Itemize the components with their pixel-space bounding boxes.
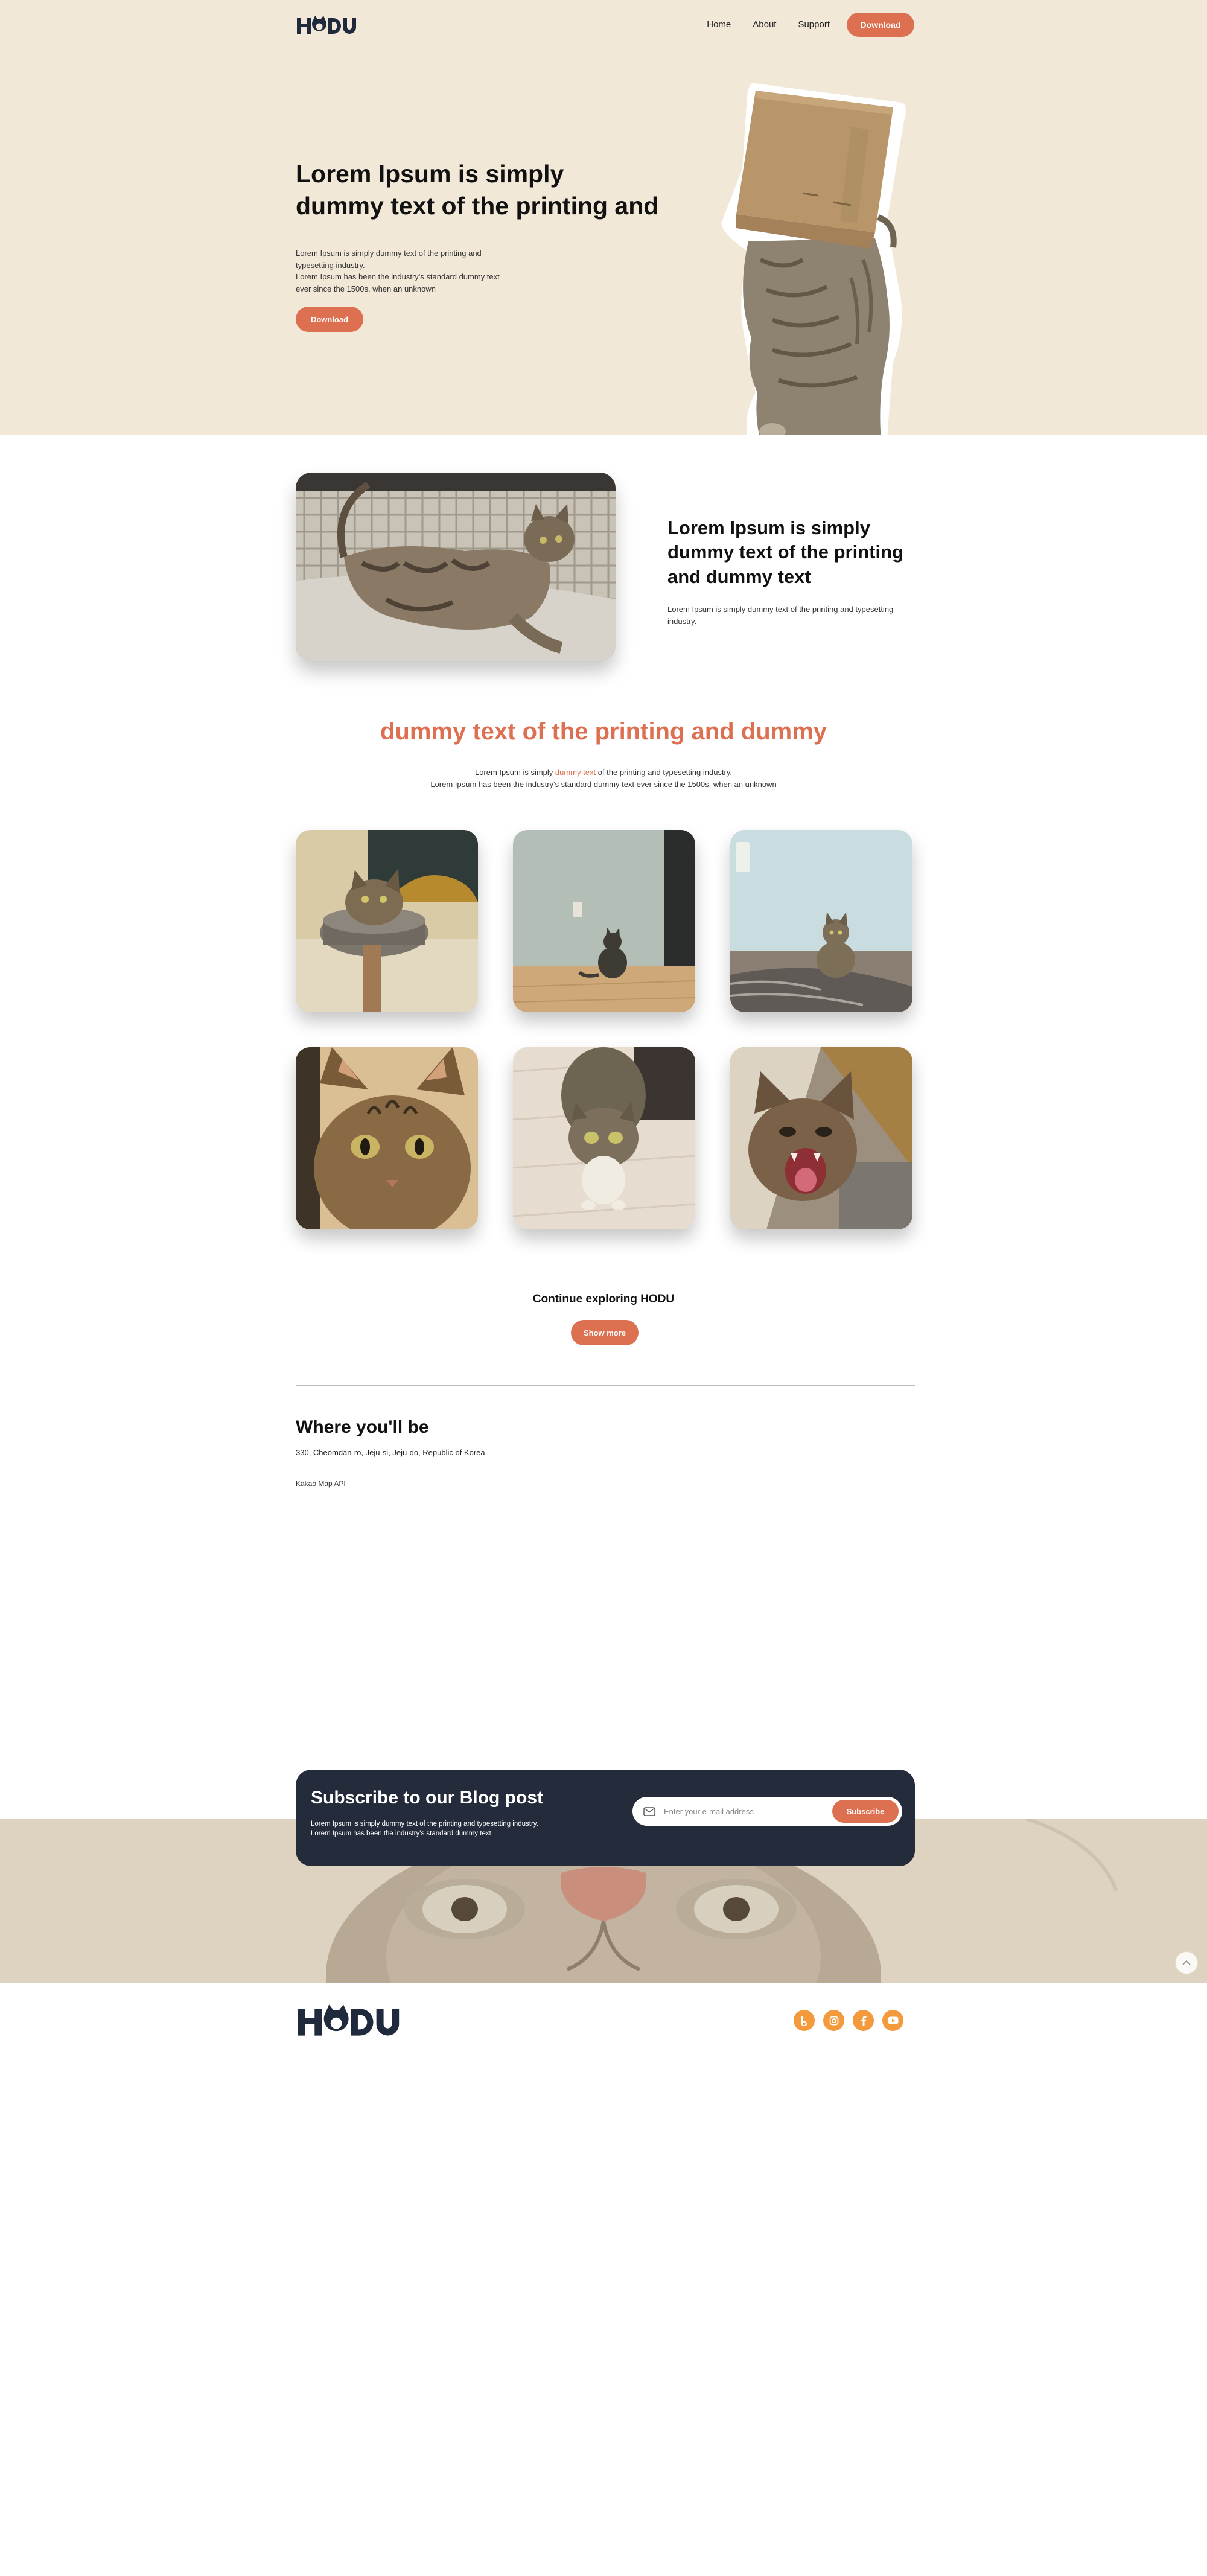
map-placeholder-label: Kakao Map API [296,1479,346,1488]
nav-home[interactable]: Home [707,19,731,30]
subscribe-title: Subscribe to our Blog post [311,1788,544,1808]
subscribe-button[interactable]: Subscribe [832,1800,899,1823]
hero-description: Lorem Ipsum is simply dummy text of the … [296,247,507,295]
feature-description: Lorem Ipsum is simply dummy text of the … [667,605,894,626]
hero-desc-line3: Lorem Ipsum has been the industry's stan… [296,272,500,281]
hero-title: Lorem Ipsum is simply dummy text of the … [296,158,694,223]
main-nav: Home About Support [707,19,830,30]
subscribe-card: Subscribe to our Blog post Lorem Ipsum i… [296,1770,915,1866]
show-more-button[interactable]: Show more [571,1320,639,1345]
gallery-photo-4[interactable] [296,1047,478,1229]
gallery-desc-line2: Lorem Ipsum has been the industry's stan… [430,780,777,789]
hero-desc-line4: ever since the 1500s, when an unknown [296,284,436,293]
section-divider [296,1385,915,1386]
gallery-photo-2[interactable] [513,830,695,1012]
subscribe-desc-line2: Lorem Ipsum has been the industry's stan… [311,1830,491,1838]
facebook-icon[interactable] [853,2010,874,2031]
subscribe-desc-line1: Lorem Ipsum is simply dummy text of the … [311,1820,538,1828]
gallery-desc-post: of the printing and typesetting industry… [596,768,733,777]
social-links [794,2010,903,2031]
hero-desc-line2: typesetting industry. [296,260,365,270]
blog-icon[interactable] [794,2010,815,2031]
gallery-photo-6[interactable] [730,1047,912,1229]
hero-section: Home About Support Download Lorem Ipsum … [0,0,1207,435]
feature-title: Lorem Ipsum is simply dummy text of the … [667,517,903,587]
youtube-icon[interactable] [882,2010,903,2031]
nav-about[interactable]: About [753,19,776,30]
gallery-desc-pre: Lorem Ipsum is simply [474,768,555,777]
scroll-to-top-button[interactable] [1175,1951,1198,1974]
feature-cat-image [296,473,616,661]
gallery-photo-1[interactable] [296,830,478,1012]
hero-download-button[interactable]: Download [296,307,363,332]
hero-title-line2: dummy text of the printing and [296,192,659,220]
header-download-button[interactable]: Download [847,13,914,37]
instagram-icon[interactable] [823,2010,844,2031]
mail-icon [643,1806,655,1816]
hero-title-line1: Lorem Ipsum is simply [296,160,564,188]
email-input[interactable] [664,1806,821,1816]
footer-logo[interactable] [296,2003,406,2041]
gallery-photo-3[interactable] [730,830,912,1012]
gallery-description: Lorem Ipsum is simply dummy text of the … [0,767,1207,791]
location-address: 330, Cheomdan-ro, Jeju-si, Jeju-do, Repu… [296,1448,485,1457]
continue-exploring-title: Continue exploring HODU [532,1293,675,1306]
hero-desc-line1: Lorem Ipsum is simply dummy text of the … [296,249,482,258]
hero-cat-box-image [721,83,906,435]
gallery-desc-highlight: dummy text [555,768,596,777]
gallery-title: dummy text of the printing and dummy [380,718,827,745]
footer-logo-icon [298,2004,400,2036]
subscribe-description: Lorem Ipsum is simply dummy text of the … [311,1819,564,1838]
header-logo[interactable] [296,14,360,38]
subscribe-form: Subscribe [632,1797,902,1826]
chevron-up-icon [1182,1960,1191,1965]
gallery-photo-5[interactable] [513,1047,695,1229]
nav-support[interactable]: Support [798,19,830,30]
logo-icon [297,16,356,34]
location-title: Where you'll be [296,1417,429,1437]
